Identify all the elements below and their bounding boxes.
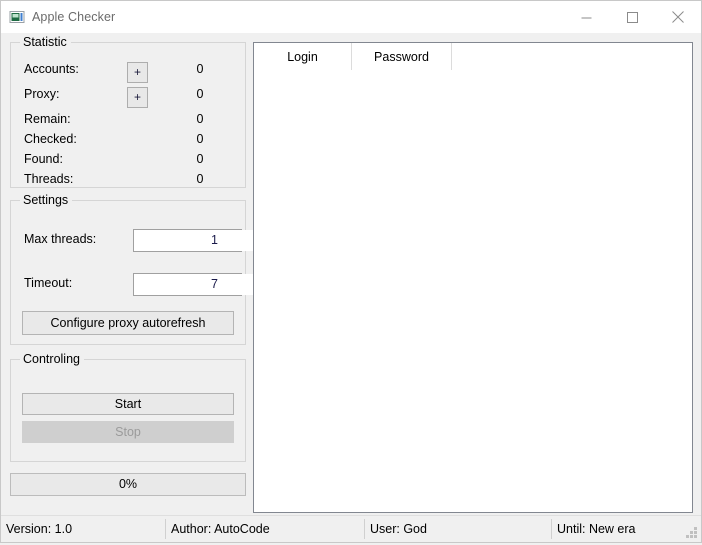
timeout-label: Timeout: (24, 276, 73, 290)
column-header-password[interactable]: Password (352, 43, 452, 70)
stat-value-found: 0 (196, 152, 204, 166)
status-version: Version: 1.0 (6, 522, 73, 536)
window-controls (563, 1, 701, 33)
results-listview[interactable]: Login Password (253, 42, 693, 513)
stat-label-remain: Remain: (24, 112, 71, 126)
stop-button: Stop (22, 421, 234, 443)
client-area: Statistic Accounts: + 0 Proxy: + 0 Remai… (1, 33, 701, 540)
stat-label-accounts: Accounts: (24, 62, 79, 76)
stat-label-checked: Checked: (24, 132, 77, 146)
stat-value-accounts: 0 (196, 62, 204, 76)
window-title: Apple Checker (32, 10, 116, 24)
listview-body[interactable] (254, 70, 692, 512)
stat-value-checked: 0 (196, 132, 204, 146)
title-bar: Apple Checker (1, 1, 701, 33)
minimize-icon[interactable] (563, 1, 609, 33)
status-bar: Version: 1.0 Author: AutoCode User: God … (1, 515, 701, 542)
statistic-legend: Statistic (20, 35, 71, 49)
stat-label-found: Found: (24, 152, 63, 166)
max-threads-label: Max threads: (24, 232, 97, 246)
max-threads-stepper[interactable] (133, 229, 319, 252)
stat-row-threads: Threads: 0 (11, 172, 245, 192)
controling-legend: Controling (20, 352, 84, 366)
stat-value-threads: 0 (196, 172, 204, 186)
settings-legend: Settings (20, 193, 73, 207)
configure-proxy-autorefresh-button[interactable]: Configure proxy autorefresh (22, 311, 234, 335)
status-user: User: God (370, 522, 427, 536)
stat-row-remain: Remain: 0 (11, 112, 245, 132)
add-accounts-button[interactable]: + (127, 62, 148, 83)
stat-row-proxy: Proxy: + 0 (11, 87, 245, 108)
stat-row-checked: Checked: 0 (11, 132, 245, 152)
stat-value-proxy: 0 (196, 87, 204, 101)
stat-row-accounts: Accounts: + 0 (11, 62, 245, 83)
statistic-group: Statistic Accounts: + 0 Proxy: + 0 Remai… (10, 35, 246, 188)
status-author: Author: AutoCode (171, 522, 270, 536)
controling-group: Controling Start Stop (10, 352, 246, 462)
stat-row-found: Found: 0 (11, 152, 245, 172)
main-window: Apple Checker Statistic Accounts: + 0 Pr… (0, 0, 702, 543)
maximize-icon[interactable] (609, 1, 655, 33)
stat-value-remain: 0 (196, 112, 204, 126)
start-button[interactable]: Start (22, 393, 234, 415)
resize-grip-icon[interactable] (685, 526, 698, 539)
column-header-filler (452, 43, 692, 70)
listview-header: Login Password (254, 43, 692, 70)
progress-bar: 0% (10, 473, 246, 496)
stat-label-threads: Threads: (24, 172, 74, 186)
stat-label-proxy: Proxy: (24, 87, 60, 101)
status-until: Until: New era (557, 522, 636, 536)
left-panel: Statistic Accounts: + 0 Proxy: + 0 Remai… (10, 35, 319, 496)
application-window-icon (9, 9, 25, 25)
timeout-stepper[interactable] (133, 273, 319, 296)
column-header-login[interactable]: Login (254, 43, 352, 70)
close-icon[interactable] (655, 1, 701, 33)
progress-label: 0% (118, 477, 138, 491)
settings-group: Settings Max threads: Timeout: (10, 193, 319, 345)
add-proxy-button[interactable]: + (127, 87, 148, 108)
